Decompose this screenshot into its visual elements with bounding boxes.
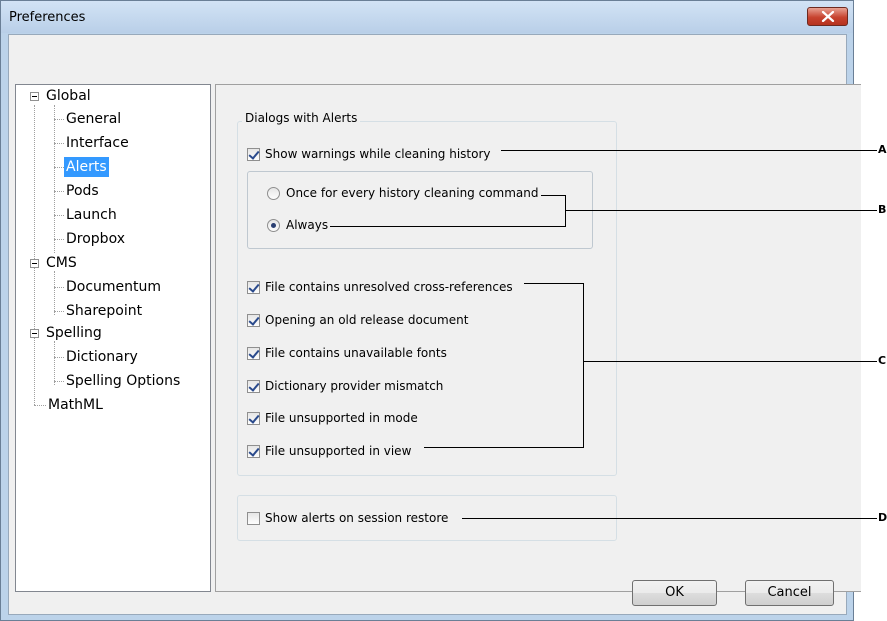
title-bar[interactable]: Preferences bbox=[1, 1, 853, 33]
collapse-global-icon[interactable] bbox=[30, 92, 39, 101]
once-per-command-radio[interactable]: Once for every history cleaning command bbox=[267, 186, 539, 200]
preferences-window: Preferences Global General Interface Ale… bbox=[0, 0, 861, 621]
dictionary-mismatch-checkbox[interactable]: Dictionary provider mismatch bbox=[247, 379, 443, 393]
warning-frequency-group bbox=[247, 171, 593, 249]
tree-item-cms[interactable]: CMS bbox=[44, 253, 79, 273]
collapse-cms-icon[interactable] bbox=[30, 259, 39, 268]
ok-button[interactable]: OK bbox=[632, 580, 717, 606]
always-radio[interactable]: Always bbox=[267, 218, 328, 232]
old-release-checkbox[interactable]: Opening an old release document bbox=[247, 313, 468, 327]
checkbox-icon bbox=[247, 444, 260, 458]
checkbox-label: Dictionary provider mismatch bbox=[265, 379, 444, 393]
group-title: Dialogs with Alerts bbox=[242, 111, 361, 125]
tree-item-launch[interactable]: Launch bbox=[64, 205, 119, 225]
checkbox-icon bbox=[247, 147, 260, 161]
tree-item-dictionary[interactable]: Dictionary bbox=[64, 347, 140, 367]
alerts-settings-panel: Dialogs with Alerts Show warnings while … bbox=[215, 84, 861, 592]
callout-label-c: C bbox=[878, 354, 887, 367]
dialog-client-area: Global General Interface Alerts Pods Lau… bbox=[8, 34, 861, 615]
checkbox-label: File unsupported in view bbox=[265, 444, 412, 458]
checkbox-label: File contains unavailable fonts bbox=[265, 346, 447, 360]
callout-label-a: A bbox=[878, 143, 887, 156]
tree-item-general[interactable]: General bbox=[64, 109, 123, 129]
checkbox-icon bbox=[247, 346, 260, 360]
unresolved-xrefs-checkbox[interactable]: File contains unresolved cross-reference… bbox=[247, 280, 513, 294]
tree-item-mathml[interactable]: MathML bbox=[46, 395, 105, 415]
radio-icon bbox=[267, 218, 280, 232]
tree-item-pods[interactable]: Pods bbox=[64, 181, 101, 201]
radio-label: Once for every history cleaning command bbox=[286, 186, 539, 200]
checkbox-label: File unsupported in mode bbox=[265, 411, 418, 425]
tree-item-spelling-options[interactable]: Spelling Options bbox=[64, 371, 182, 391]
preferences-tree[interactable]: Global General Interface Alerts Pods Lau… bbox=[15, 84, 211, 592]
show-warnings-checkbox[interactable]: Show warnings while cleaning history bbox=[247, 147, 491, 161]
tree-item-sharepoint[interactable]: Sharepoint bbox=[64, 301, 144, 321]
close-button[interactable] bbox=[807, 7, 848, 26]
callout-label-b: B bbox=[878, 203, 887, 216]
collapse-spelling-icon[interactable] bbox=[30, 329, 39, 338]
checkbox-icon bbox=[247, 379, 260, 393]
radio-icon bbox=[267, 186, 280, 200]
tree-item-documentum[interactable]: Documentum bbox=[64, 277, 163, 297]
session-restore-checkbox[interactable]: Show alerts on session restore bbox=[247, 511, 448, 525]
tree-item-alerts[interactable]: Alerts bbox=[64, 157, 109, 177]
tree-item-global[interactable]: Global bbox=[44, 86, 93, 106]
checkbox-icon bbox=[247, 511, 260, 525]
checkbox-label: File contains unresolved cross-reference… bbox=[265, 280, 513, 294]
callout-label-d: D bbox=[878, 511, 887, 524]
checkbox-icon bbox=[247, 411, 260, 425]
tree-item-spelling[interactable]: Spelling bbox=[44, 323, 104, 343]
tree-item-interface[interactable]: Interface bbox=[64, 133, 131, 153]
checkbox-label: Show warnings while cleaning history bbox=[265, 147, 491, 161]
cancel-button[interactable]: Cancel bbox=[745, 580, 834, 606]
unsupported-mode-checkbox[interactable]: File unsupported in mode bbox=[247, 411, 418, 425]
close-icon bbox=[821, 11, 835, 22]
checkbox-label: Show alerts on session restore bbox=[265, 511, 449, 525]
window-title: Preferences bbox=[9, 10, 86, 25]
checkbox-icon bbox=[247, 280, 260, 294]
unsupported-view-checkbox[interactable]: File unsupported in view bbox=[247, 444, 411, 458]
tree-item-dropbox[interactable]: Dropbox bbox=[64, 229, 127, 249]
checkbox-label: Opening an old release document bbox=[265, 313, 469, 327]
radio-label: Always bbox=[286, 218, 329, 232]
unavailable-fonts-checkbox[interactable]: File contains unavailable fonts bbox=[247, 346, 447, 360]
checkbox-icon bbox=[247, 313, 260, 327]
